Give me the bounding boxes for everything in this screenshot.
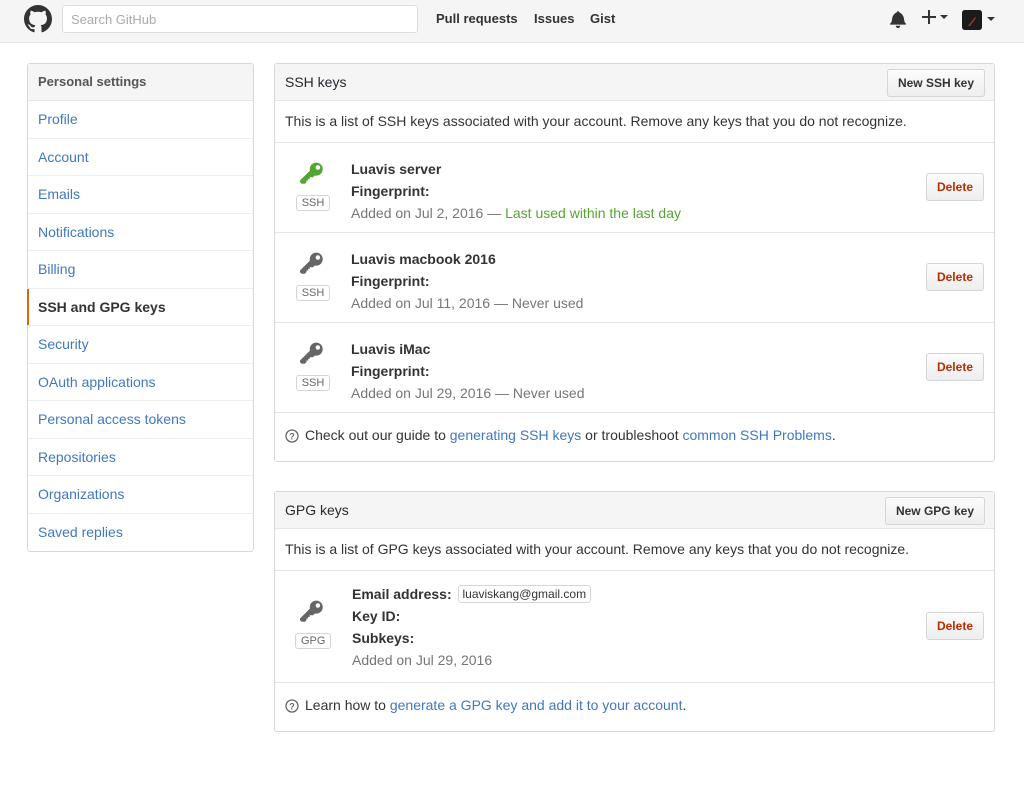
ssh-keys-header: SSH keys New SSH key bbox=[275, 64, 994, 101]
footer-text: or troubleshoot bbox=[581, 427, 683, 443]
nav-issues[interactable]: Issues bbox=[534, 11, 574, 26]
ssh-key-row: SSH Luavis server Fingerprint: Added on … bbox=[275, 143, 994, 233]
key-title: Luavis macbook 2016 bbox=[351, 251, 496, 267]
generate-gpg-key-link[interactable]: generate a GPG key and add it to your ac… bbox=[390, 697, 683, 713]
sidebar-item-billing[interactable]: Billing bbox=[28, 251, 253, 289]
subkeys-label: Subkeys: bbox=[352, 630, 415, 646]
new-ssh-key-button[interactable]: New SSH key bbox=[886, 69, 985, 97]
chevron-down-icon[interactable] bbox=[987, 17, 995, 21]
question-icon: ? bbox=[285, 429, 299, 443]
key-type-label: SSH bbox=[295, 285, 331, 301]
gpg-keys-title: GPG keys bbox=[285, 502, 349, 518]
common-ssh-problems-link[interactable]: common SSH Problems bbox=[682, 427, 831, 443]
key-added-date: Added on Jul 29, 2016 bbox=[352, 652, 493, 668]
key-icon bbox=[300, 342, 323, 364]
new-dropdown[interactable] bbox=[922, 8, 948, 26]
nav-gist[interactable]: Gist bbox=[590, 11, 615, 26]
key-added-date: Added on Jul 2, 2016 — bbox=[351, 205, 506, 221]
svg-text:?: ? bbox=[289, 702, 295, 712]
nav-pull-requests[interactable]: Pull requests bbox=[436, 11, 518, 26]
sidebar-item-repositories[interactable]: Repositories bbox=[28, 439, 253, 476]
key-added-date: Added on Jul 11, 2016 — bbox=[351, 295, 512, 311]
site-header: Pull requests Issues Gist bbox=[0, 0, 1024, 43]
sidebar-heading: Personal settings bbox=[28, 64, 253, 101]
chevron-down-icon bbox=[939, 15, 948, 20]
key-usage-status: Never used bbox=[512, 385, 585, 401]
sidebar-item-personal-access-tokens[interactable]: Personal access tokens bbox=[28, 401, 253, 439]
avatar[interactable] bbox=[962, 10, 982, 30]
gpg-key-row: GPG Email address: luaviskang@gmail.com … bbox=[275, 571, 994, 683]
footer-text: Learn how to bbox=[305, 697, 390, 713]
key-details: Luavis server Fingerprint: Added on Jul … bbox=[351, 158, 681, 224]
delete-key-button[interactable]: Delete bbox=[925, 353, 984, 381]
ssh-keys-footer: ? Check out our guide to generating SSH … bbox=[275, 413, 994, 461]
ssh-keys-title: SSH keys bbox=[285, 74, 347, 90]
bell-icon[interactable] bbox=[890, 10, 906, 28]
key-details: Luavis macbook 2016 Fingerprint: Added o… bbox=[351, 248, 583, 314]
key-icon bbox=[300, 600, 323, 622]
key-icon bbox=[300, 252, 323, 274]
search-input[interactable] bbox=[62, 5, 418, 33]
key-details: Email address: luaviskang@gmail.com Key … bbox=[352, 583, 592, 671]
avatar-image bbox=[962, 10, 982, 30]
key-icon-block: SSH bbox=[295, 251, 331, 301]
key-type-label: GPG bbox=[295, 633, 332, 649]
key-icon-block: GPG bbox=[295, 599, 332, 649]
delete-gpg-key-button[interactable]: Delete bbox=[925, 612, 984, 640]
ssh-key-row: SSH Luavis macbook 2016 Fingerprint: Add… bbox=[275, 233, 994, 323]
key-details: Luavis iMac Fingerprint: Added on Jul 29… bbox=[351, 338, 585, 404]
sidebar-item-ssh-gpg-keys[interactable]: SSH and GPG keys bbox=[27, 288, 253, 326]
sidebar-item-organizations[interactable]: Organizations bbox=[28, 476, 253, 514]
sidebar-item-security[interactable]: Security bbox=[28, 326, 253, 364]
new-gpg-key-button[interactable]: New GPG key bbox=[884, 497, 985, 525]
plus-icon bbox=[922, 10, 936, 25]
footer-text: . bbox=[682, 697, 687, 713]
key-icon-block: SSH bbox=[295, 341, 331, 391]
sidebar-item-saved-replies[interactable]: Saved replies bbox=[28, 514, 253, 552]
sidebar-item-notifications[interactable]: Notifications bbox=[28, 214, 253, 251]
key-title: Luavis server bbox=[351, 161, 442, 177]
email-address-label: Email address: bbox=[352, 586, 452, 602]
key-id-label: Key ID: bbox=[352, 608, 401, 624]
sidebar-item-oauth-applications[interactable]: OAuth applications bbox=[28, 364, 253, 401]
key-type-label: SSH bbox=[295, 375, 331, 391]
gpg-keys-description: This is a list of GPG keys associated wi… bbox=[275, 529, 994, 571]
footer-text: Check out our guide to bbox=[305, 427, 450, 443]
settings-sidebar: Personal settings Profile Account Emails… bbox=[27, 63, 254, 552]
sidebar-item-account[interactable]: Account bbox=[28, 139, 253, 176]
delete-key-button[interactable]: Delete bbox=[925, 173, 984, 201]
gpg-keys-panel: GPG keys New GPG key This is a list of G… bbox=[274, 491, 995, 732]
ssh-key-row: SSH Luavis iMac Fingerprint: Added on Ju… bbox=[275, 323, 994, 413]
key-icon-block: SSH bbox=[295, 161, 331, 211]
ssh-keys-panel: SSH keys New SSH key This is a list of S… bbox=[274, 63, 995, 462]
email-badge: luaviskang@gmail.com bbox=[457, 585, 592, 603]
gpg-keys-header: GPG keys New GPG key bbox=[275, 492, 994, 529]
github-logo-icon[interactable] bbox=[24, 5, 52, 33]
sidebar-item-emails[interactable]: Emails bbox=[28, 176, 253, 214]
ssh-keys-description: This is a list of SSH keys associated wi… bbox=[275, 101, 994, 143]
sidebar-item-profile[interactable]: Profile bbox=[28, 101, 253, 139]
footer-text: . bbox=[831, 427, 836, 443]
key-fingerprint-label: Fingerprint: bbox=[351, 363, 430, 379]
key-usage-status: Last used within the last day bbox=[505, 205, 681, 221]
gpg-keys-footer: ? Learn how to generate a GPG key and ad… bbox=[275, 683, 994, 731]
key-fingerprint-label: Fingerprint: bbox=[351, 183, 430, 199]
svg-text:?: ? bbox=[289, 432, 295, 442]
key-fingerprint-label: Fingerprint: bbox=[351, 273, 430, 289]
question-icon: ? bbox=[285, 699, 299, 713]
key-title: Luavis iMac bbox=[351, 341, 431, 357]
key-added-date: Added on Jul 29, 2016 — bbox=[351, 385, 513, 401]
delete-key-button[interactable]: Delete bbox=[925, 263, 984, 291]
key-type-label: SSH bbox=[295, 195, 331, 211]
generating-ssh-keys-link[interactable]: generating SSH keys bbox=[450, 427, 582, 443]
key-icon bbox=[300, 162, 323, 184]
key-usage-status: Never used bbox=[511, 295, 584, 311]
